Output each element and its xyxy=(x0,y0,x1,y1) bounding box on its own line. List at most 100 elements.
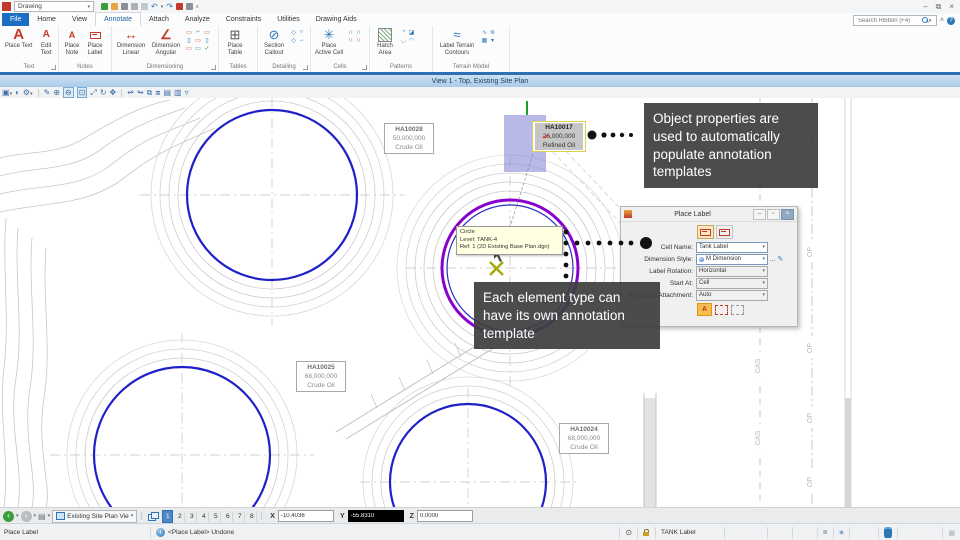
view-toggle-1[interactable]: 1 xyxy=(162,510,173,523)
help-icon[interactable]: ? xyxy=(947,17,955,25)
boundary-option-button[interactable] xyxy=(715,305,728,315)
back-button[interactable]: ‹ xyxy=(3,511,14,522)
zoom-out-icon[interactable]: ⊖ xyxy=(63,87,74,98)
save-icon[interactable] xyxy=(121,3,128,10)
user-icon[interactable] xyxy=(101,3,108,10)
view-previous-icon[interactable]: ↫ xyxy=(127,88,134,97)
view-toggle-4[interactable]: 4 xyxy=(199,511,209,522)
adjust-colors-icon[interactable]: ✎ xyxy=(44,88,51,97)
section-callout-button[interactable]: ⊘ Section Callout xyxy=(261,27,287,56)
view-next-icon[interactable]: ↬ xyxy=(137,88,144,97)
view-toggle-2[interactable]: 2 xyxy=(175,511,185,522)
view-select-button[interactable]: Existing Site Plan Vie ▾ xyxy=(52,510,137,523)
tank-label-ha10017-selected[interactable]: HA10017 26,000,000 Refined Oil xyxy=(532,121,586,152)
style-reset-icon[interactable]: ✎ xyxy=(777,255,783,263)
design-history-button[interactable]: ⧈ xyxy=(817,527,832,539)
rotate-view-icon[interactable]: ↻ xyxy=(100,88,107,97)
pan-view-icon[interactable]: ✥ xyxy=(110,88,117,97)
tab-view[interactable]: View xyxy=(64,13,95,26)
browse-styles-button[interactable]: ... xyxy=(770,256,775,263)
place-text-button[interactable]: A Place Text xyxy=(3,27,34,50)
patterns-extra-icons[interactable]: ◔◪◡◠ xyxy=(400,29,415,44)
view-attributes-icon[interactable]: ⚙▾ xyxy=(23,88,33,97)
dimension-linear-button[interactable]: ↔ Dimension Linear xyxy=(115,27,147,56)
tab-attach[interactable]: Attach xyxy=(141,13,177,26)
tab-home[interactable]: Home xyxy=(29,13,64,26)
place-active-cell-button[interactable]: ✳ Place Active Cell xyxy=(314,27,344,56)
search-dropdown-icon[interactable]: ▾ xyxy=(929,18,932,24)
save-settings-icon[interactable] xyxy=(131,3,138,10)
snap-mode-button[interactable]: ⊙ xyxy=(619,527,637,539)
view-toggle-7[interactable]: 7 xyxy=(235,511,245,522)
dialog-close-button[interactable]: × xyxy=(781,209,794,220)
forward-dropdown-icon[interactable]: ▾ xyxy=(34,513,37,519)
redo-icon[interactable]: ↷ xyxy=(166,3,173,10)
qat-more-icon[interactable]: ≡ xyxy=(196,4,199,10)
dialog-title-bar[interactable]: Place Label – ▫ × xyxy=(621,207,797,222)
open-folder-icon[interactable] xyxy=(111,3,118,10)
cell-name-select[interactable]: Tank Label▾ xyxy=(696,242,768,253)
view-group-icon[interactable] xyxy=(148,512,158,521)
minimize-button[interactable]: – xyxy=(923,2,927,12)
undo-icon[interactable]: ↶ xyxy=(151,3,158,10)
view-toggle-6[interactable]: 6 xyxy=(223,511,233,522)
presentation-icon[interactable]: ◐ xyxy=(15,88,20,97)
place-note-button[interactable]: A Place Note xyxy=(62,27,82,56)
place-label-button[interactable]: Place Label xyxy=(85,27,105,56)
drawing-view[interactable]: GAS GAS GAS GAS OP OP OP OP OP xyxy=(0,98,960,507)
association-option-button[interactable] xyxy=(731,305,744,315)
message-center[interactable]: i <Place Label> Undone xyxy=(150,527,239,539)
back-dropdown-icon[interactable]: ▾ xyxy=(16,513,19,519)
locks-button[interactable] xyxy=(637,527,655,539)
tank-label-ha10024[interactable]: HA10024 68,000,000 Crude Oil xyxy=(559,423,609,454)
dimensioning-dialog-launcher-icon[interactable] xyxy=(211,65,216,70)
cells-dialog-launcher-icon[interactable] xyxy=(362,65,367,70)
search-input[interactable] xyxy=(856,17,922,25)
label-rotation-select[interactable]: Horizontal▾ xyxy=(696,266,768,277)
dimension-angular-button[interactable]: ∠ Dimension Angular xyxy=(150,27,182,56)
saved-views-menu-icon[interactable]: ▤ xyxy=(38,512,46,521)
search-box[interactable]: ▾ xyxy=(853,15,937,26)
dimension-style-select[interactable]: M Dimension▾ xyxy=(696,254,768,265)
undo-dropdown-icon[interactable]: ▾ xyxy=(161,4,164,10)
view-toggle-3[interactable]: 3 xyxy=(187,511,197,522)
dialog-minimize-button[interactable]: – xyxy=(753,209,766,220)
start-at-select[interactable]: Cell▾ xyxy=(696,278,768,289)
detailing-extra-icons[interactable]: ◇○◇→ xyxy=(290,29,305,44)
dimensioning-extra-icons[interactable]: ▭⌐▭ ▯▭▯ ▭▭✓ xyxy=(185,29,211,52)
text-dialog-launcher-icon[interactable] xyxy=(51,65,56,70)
saved-views-dropdown-icon[interactable]: ▾ xyxy=(48,513,51,519)
edit-text-button[interactable]: A Edit Text xyxy=(37,27,55,56)
fit-view-icon[interactable]: ⤢ xyxy=(90,88,96,97)
zoom-in-icon[interactable]: ⊕ xyxy=(53,88,60,97)
copy-view-icon[interactable]: ⧉ xyxy=(147,88,153,97)
text-style-button-active[interactable]: A xyxy=(697,303,712,316)
x-coordinate-input[interactable] xyxy=(278,510,334,522)
tab-utilities[interactable]: Utilities xyxy=(269,13,308,26)
tank-circle-ha10028[interactable] xyxy=(187,110,357,280)
copy-icon[interactable] xyxy=(141,3,148,10)
dialog-pin-button[interactable]: ▫ xyxy=(767,209,780,220)
tab-file[interactable]: File xyxy=(2,13,29,26)
selection-set-button[interactable]: ▦ xyxy=(942,527,960,539)
zoom-window-icon[interactable]: ⊡ xyxy=(77,87,88,98)
tab-analyze[interactable]: Analyze xyxy=(177,13,218,26)
place-note-mode-button[interactable] xyxy=(716,225,733,239)
tank-label-ha10028[interactable]: HA10028 50,000,000 Crude Oil xyxy=(384,123,434,154)
tab-drawing-aids[interactable]: Drawing Aids xyxy=(308,13,365,26)
window-arrange-icon[interactable]: ⧈ xyxy=(155,88,160,97)
horizontal-attachment-select[interactable]: Auto▾ xyxy=(696,290,768,301)
more-view-tools-icon[interactable]: ▿ xyxy=(185,88,189,97)
forward-button[interactable]: › xyxy=(21,511,32,522)
restore-button[interactable]: ⧉ xyxy=(936,2,942,12)
print-icon[interactable] xyxy=(186,3,193,10)
hatch-area-button[interactable]: Hatch Area xyxy=(373,27,397,56)
tab-constraints[interactable]: Constraints xyxy=(218,13,269,26)
settings-button[interactable]: ✳ xyxy=(833,527,850,539)
clip-volume-icon[interactable]: ▤ xyxy=(163,88,171,97)
y-coordinate-input[interactable] xyxy=(348,510,404,522)
cells-extra-icons[interactable]: ∷∷∷∷ xyxy=(347,29,362,44)
view-toggle-5[interactable]: 5 xyxy=(211,511,221,522)
view-toggle-8[interactable]: 8 xyxy=(247,511,257,522)
pin-icon[interactable] xyxy=(176,3,183,10)
